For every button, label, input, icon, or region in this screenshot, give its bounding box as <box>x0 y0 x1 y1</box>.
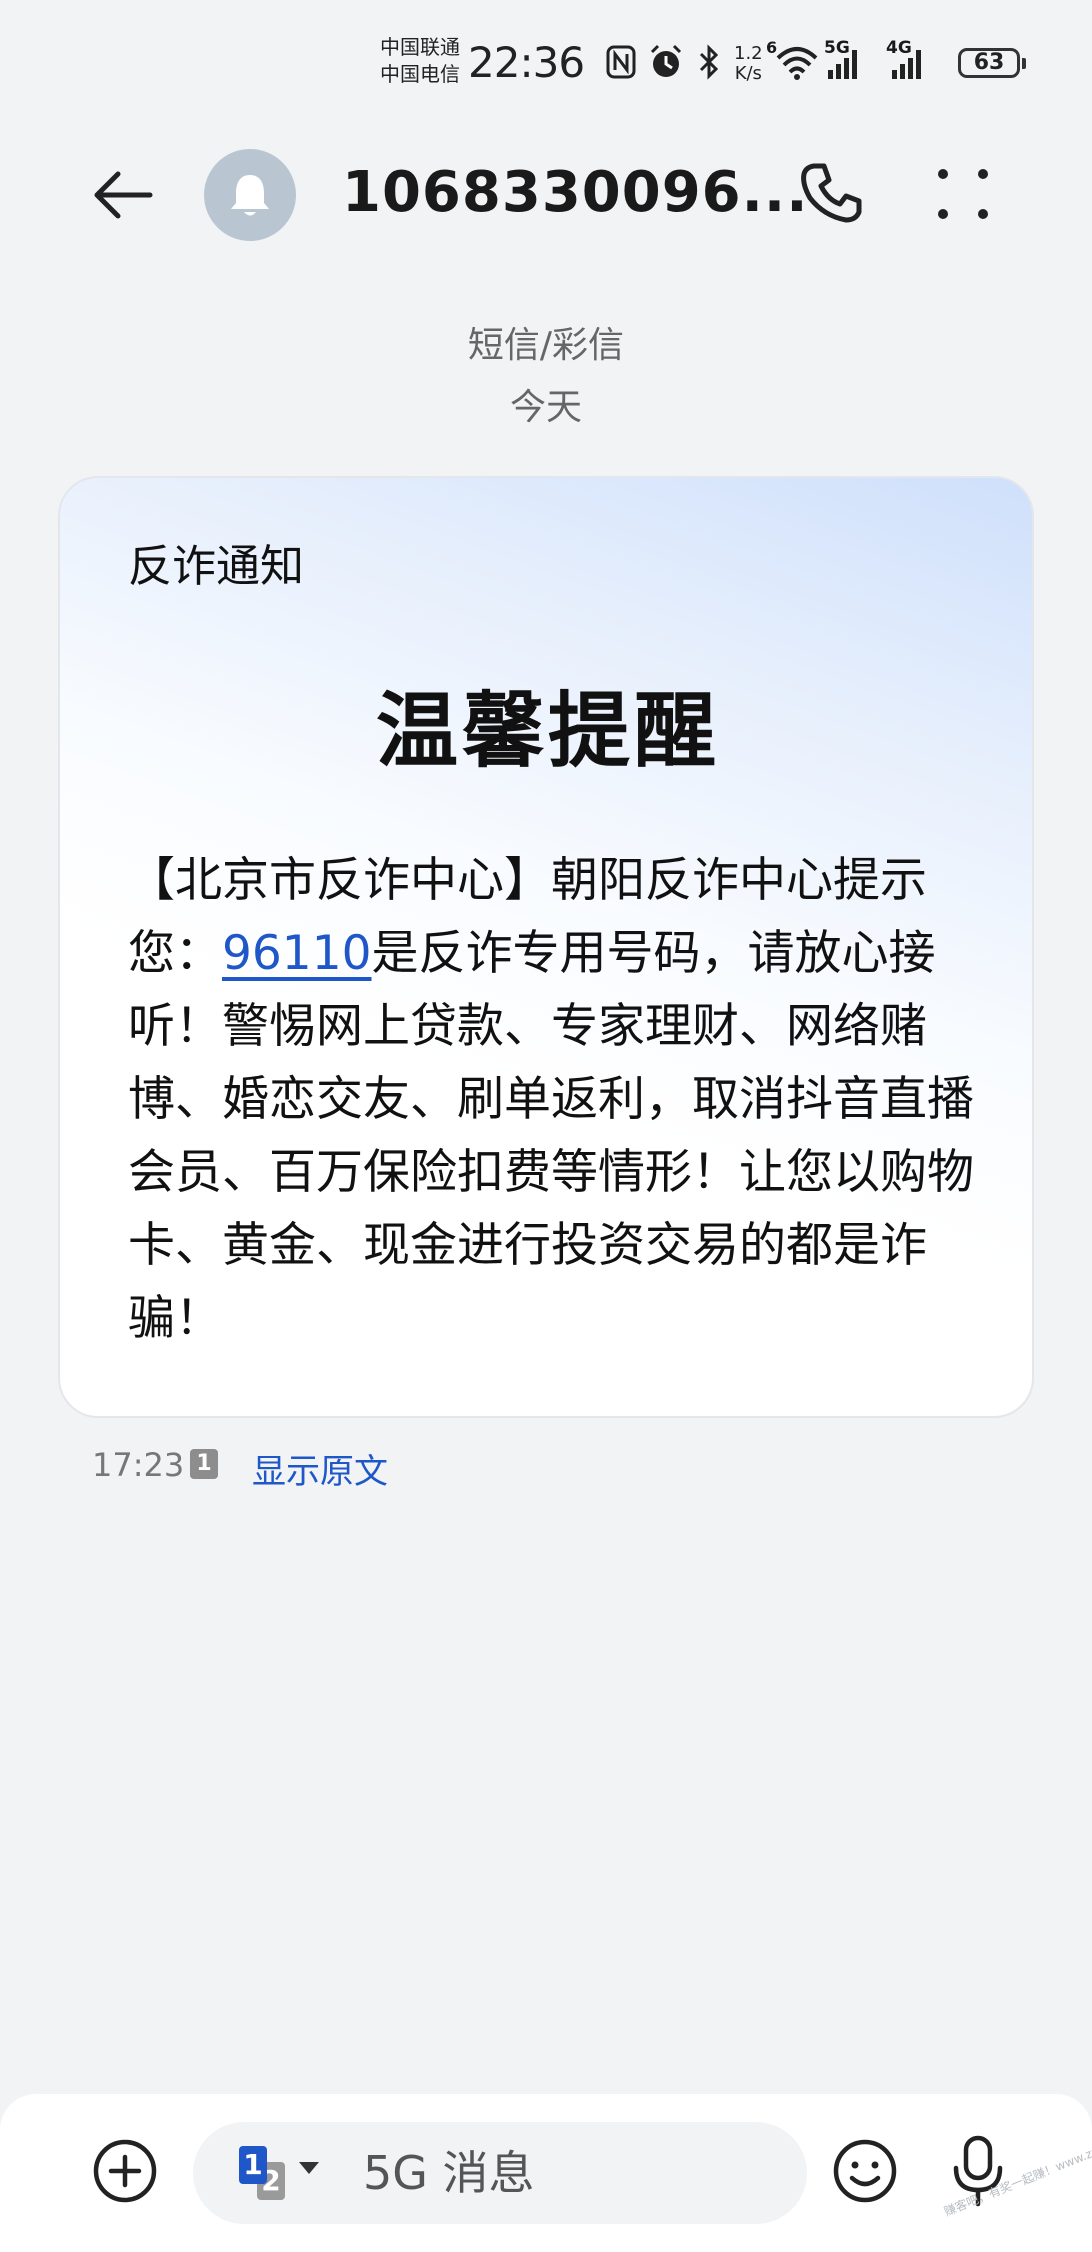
message-input[interactable] <box>363 2144 783 2202</box>
show-original-link[interactable]: 显示原文 <box>252 1444 388 1493</box>
message-time: 17:23 <box>92 1446 185 1484</box>
alarm-icon <box>650 44 682 77</box>
conversation-header: 1068330096... <box>0 130 1092 260</box>
nfc-icon <box>606 45 636 79</box>
carrier-1: 中国联通 <box>380 35 460 59</box>
phone-number-link[interactable]: 96110 <box>222 926 372 981</box>
compose-bar: 1 2 <box>0 2094 1092 2252</box>
carrier-2: 中国电信 <box>380 62 460 86</box>
sim-badge: 1 <box>190 1449 218 1479</box>
network-speed: 1.2 K/s <box>734 44 763 84</box>
back-arrow-icon[interactable] <box>88 160 158 230</box>
network-speed-value: 1.2 <box>734 43 763 64</box>
wifi-6-label: 6 <box>766 38 778 57</box>
status-bar: 中国联通 中国电信 22:36 1.2 K/s 6 5G 4G 63 <box>0 0 1092 130</box>
add-attachment-icon[interactable] <box>92 2138 158 2204</box>
battery-icon: 63 <box>958 48 1026 78</box>
contact-number[interactable]: 1068330096... <box>342 160 808 225</box>
carrier-names: 中国联通 中国电信 <box>380 34 460 88</box>
message-type-label: 短信/彩信 <box>467 325 625 366</box>
network-speed-unit: K/s <box>734 63 762 84</box>
sim-switch-button[interactable]: 1 2 <box>239 2144 329 2204</box>
message-title: 温馨提醒 <box>375 684 720 779</box>
message-body: 【北京市反诈中心】朝阳反诈中心提示您：96110是反诈专用号码，请放心接听！警惕… <box>128 844 978 1355</box>
message-body-text-end: 是反诈专用号码，请放心接听！警惕网上贷款、专家理财、网络赌博、婚恋交友、刷单返利… <box>128 926 974 1346</box>
more-options-icon[interactable] <box>928 164 998 224</box>
date-divider: 今天 <box>509 387 582 428</box>
sim1-indicator: 1 <box>239 2146 267 2184</box>
message-tag: 反诈通知 <box>128 541 304 592</box>
wifi-icon <box>776 47 818 80</box>
message-input-container: 1 2 <box>193 2122 807 2224</box>
message-card[interactable]: 反诈通知 温馨提醒 【北京市反诈中心】朝阳反诈中心提示您：96110是反诈专用号… <box>58 476 1034 1418</box>
bluetooth-icon <box>699 44 719 80</box>
status-clock: 22:36 <box>468 38 585 87</box>
bell-icon <box>231 175 269 216</box>
signal-icon-sim2 <box>892 50 921 79</box>
chevron-down-icon <box>299 2162 319 2174</box>
emoji-icon[interactable] <box>832 2138 898 2204</box>
avatar[interactable] <box>204 149 296 241</box>
phone-icon[interactable] <box>796 158 866 228</box>
signal-icon-sim1 <box>828 50 857 79</box>
